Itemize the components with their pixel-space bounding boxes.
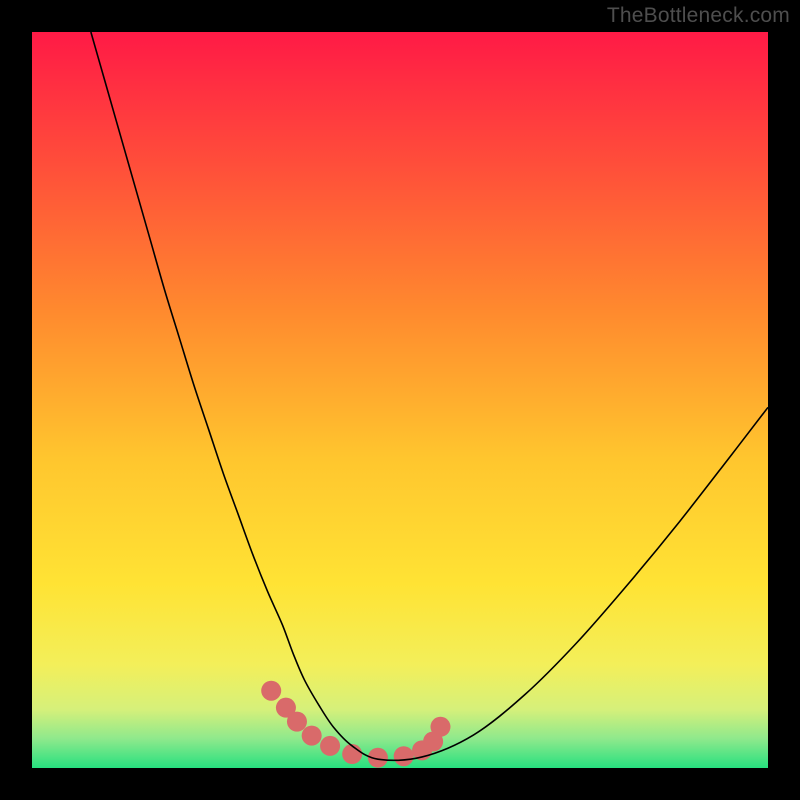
chart-frame: TheBottleneck.com <box>0 0 800 800</box>
bottleneck-chart <box>32 32 768 768</box>
highlight-marker <box>320 736 340 756</box>
highlight-marker <box>261 681 281 701</box>
highlight-marker <box>287 712 307 732</box>
watermark-text: TheBottleneck.com <box>607 4 790 28</box>
highlight-marker <box>302 726 322 746</box>
highlight-marker <box>394 746 414 766</box>
highlight-marker <box>342 744 362 764</box>
plot-area <box>32 32 768 768</box>
gradient-background <box>32 32 768 768</box>
highlight-marker <box>430 717 450 737</box>
